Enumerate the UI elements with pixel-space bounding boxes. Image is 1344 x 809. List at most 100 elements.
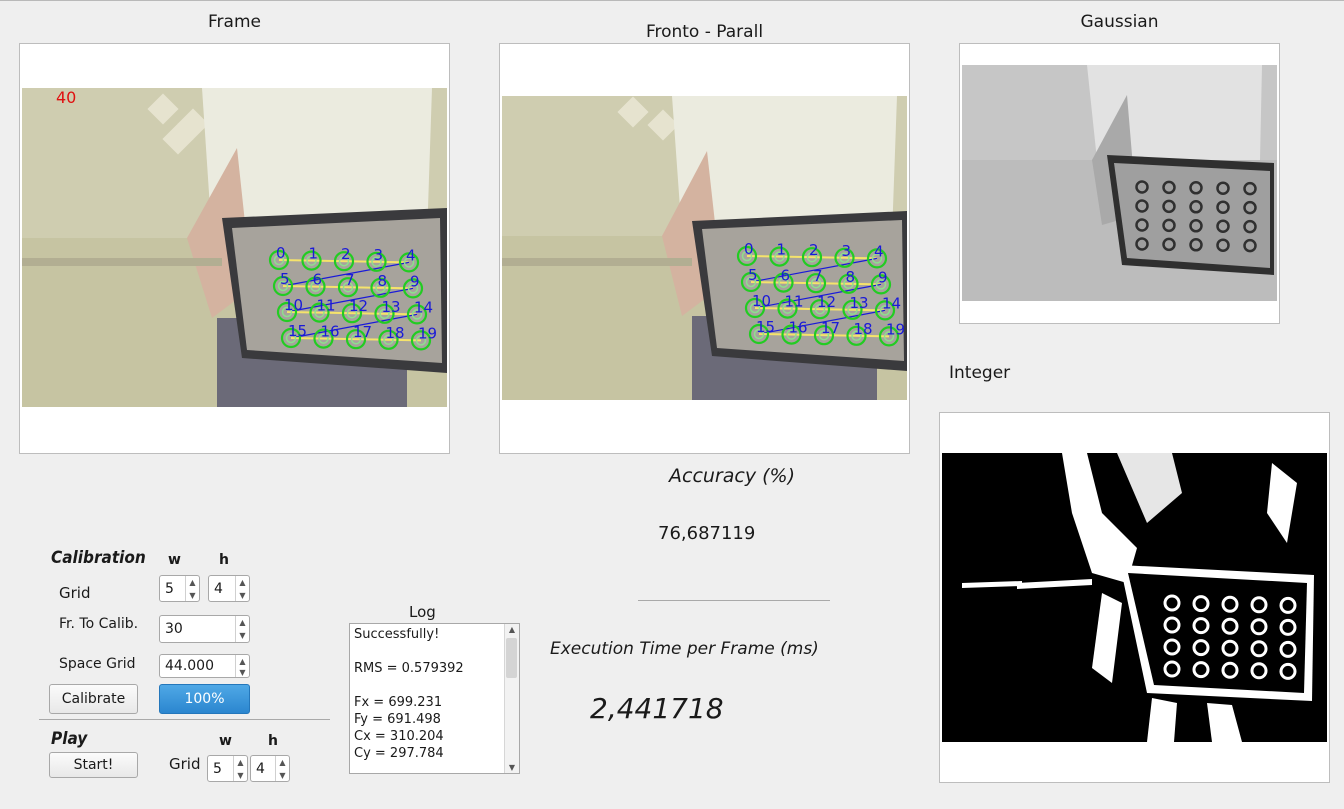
fronto-grid-point-label: 9	[878, 268, 888, 286]
window-top-border	[0, 0, 1344, 1]
calibration-progress-bar: 100%	[159, 684, 250, 714]
fronto-camera-image: 0 1 2 3 4 5 6 7 8 9 10 11 12 13 14 15 16 17 18 19	[502, 96, 907, 400]
fronto-grid-point-label: 13	[850, 294, 869, 312]
log-line: Cy = 297.784	[354, 746, 444, 761]
fronto-grid-point-label: 17	[821, 319, 840, 337]
frame-grid-point-label: 4	[406, 246, 416, 264]
gaussian-image	[962, 65, 1277, 301]
log-textbox[interactable]: Successfully! RMS = 0.579392 Fx = 699.231 F…	[349, 623, 520, 774]
fronto-grid-point-label: 15	[756, 318, 775, 336]
play-grid-h-value: 4	[256, 761, 265, 777]
play-grid-label: Grid	[169, 755, 201, 773]
calibration-play-divider	[39, 719, 330, 720]
gaussian-view	[959, 43, 1280, 324]
frames-to-calib-value: 30	[165, 621, 183, 637]
frame-grid-point-label: 0	[276, 244, 286, 262]
space-grid-label: Space Grid	[59, 656, 136, 672]
frame-counter-text: 40	[56, 88, 77, 107]
calibrate-button[interactable]: Calibrate	[49, 684, 138, 714]
spin-down-icon[interactable]: ▼	[186, 589, 199, 602]
spin-down-icon[interactable]: ▼	[276, 769, 289, 782]
fronto-parall-view: 0 1 2 3 4 5 6 7 8 9 10 11 12 13 14 15 16 17 18 19	[499, 43, 910, 454]
frame-grid-point-label: 7	[345, 271, 355, 289]
fronto-grid-point-label: 8	[846, 268, 856, 286]
log-line: Successfully!	[354, 627, 440, 642]
fronto-grid-point-label: 0	[744, 240, 754, 258]
spin-down-icon[interactable]: ▼	[236, 629, 249, 642]
frame-view: 0 1 2 3 4 5 6 7 8 9 10 11 12 13 14 15 16 17 18 19 40	[19, 43, 450, 454]
frame-grid-point-label: 15	[288, 322, 307, 340]
accuracy-label: Accuracy (%)	[669, 465, 795, 487]
frame-grid-point-label: 2	[341, 245, 351, 263]
fronto-parall-title: Fronto - Parall	[645, 22, 764, 42]
play-title: Play	[51, 729, 88, 749]
frames-to-calib-spinbox[interactable]: 30 ▲ ▼	[159, 615, 250, 643]
frame-camera-image: 0 1 2 3 4 5 6 7 8 9 10 11 12 13 14 15 16 17 18 19 40	[22, 88, 447, 407]
spin-up-icon[interactable]: ▲	[234, 756, 247, 769]
play-grid-w-spinbox[interactable]: 5 ▲ ▼	[207, 755, 248, 782]
frame-grid-point-label: 14	[414, 298, 433, 316]
calibration-title: Calibration	[51, 548, 146, 568]
frame-grid-point-label: 13	[382, 298, 401, 316]
integer-svg	[942, 453, 1327, 742]
scroll-up-icon[interactable]: ▲	[505, 625, 519, 634]
spin-up-icon[interactable]: ▲	[236, 616, 249, 629]
metrics-divider	[638, 600, 830, 601]
fronto-grid-point-label: 12	[817, 293, 836, 311]
spin-up-icon[interactable]: ▲	[276, 756, 289, 769]
log-line: Cx = 310.204	[354, 729, 444, 744]
calibration-grid-h-spinbox[interactable]: 4 ▲ ▼	[208, 575, 250, 602]
fronto-grid-point-label: 4	[874, 242, 884, 260]
scroll-down-icon[interactable]: ▼	[505, 763, 519, 772]
calibration-grid-h-value: 4	[214, 581, 223, 597]
frame-grid-point-label: 12	[349, 297, 368, 315]
play-h-header: h	[268, 733, 278, 749]
log-scrollbar-thumb[interactable]	[506, 638, 517, 678]
space-grid-spinbox[interactable]: 44.000 ▲ ▼	[159, 654, 250, 678]
calibration-w-header: w	[168, 552, 181, 568]
space-grid-value: 44.000	[165, 658, 214, 674]
fronto-grid-point-label: 19	[886, 320, 905, 338]
play-grid-h-spinbox[interactable]: 4 ▲ ▼	[250, 755, 290, 782]
fronto-grid-point-label: 7	[813, 267, 823, 285]
log-line: RMS = 0.579392	[354, 661, 464, 676]
spin-up-icon[interactable]: ▲	[236, 576, 249, 589]
spin-up-icon[interactable]: ▲	[186, 576, 199, 589]
spin-down-icon[interactable]: ▼	[234, 769, 247, 782]
integer-view	[939, 412, 1330, 783]
spin-down-icon[interactable]: ▼	[236, 666, 249, 677]
play-w-header: w	[219, 733, 232, 749]
frame-grid-point-label: 16	[321, 323, 340, 341]
accuracy-value: 76,687119	[658, 523, 756, 544]
integer-image	[942, 453, 1327, 742]
log-line: Fx = 699.231	[354, 695, 443, 710]
fronto-grid-point-label: 18	[854, 320, 873, 338]
frame-grid-point-label: 10	[284, 296, 303, 314]
calibration-h-header: h	[219, 552, 229, 568]
spin-down-icon[interactable]: ▼	[236, 589, 249, 602]
log-lines: Successfully! RMS = 0.579392 Fx = 699.231 F…	[354, 626, 464, 762]
spin-up-icon[interactable]: ▲	[236, 655, 249, 666]
frame-grid-point-label: 19	[418, 324, 437, 342]
frame-grid-point-label: 8	[378, 272, 388, 290]
gaussian-svg	[962, 65, 1277, 301]
frame-grid-point-label: 3	[374, 246, 384, 264]
log-scrollbar[interactable]: ▲ ▼	[504, 624, 519, 773]
log-title: Log	[409, 603, 436, 621]
frame-grid-point-label: 9	[410, 272, 420, 290]
frame-grid-point-label: 18	[386, 324, 405, 342]
exec-time-label: Execution Time per Frame (ms)	[550, 639, 819, 659]
calibration-grid-w-spinbox[interactable]: 5 ▲ ▼	[159, 575, 200, 602]
frame-grid-point-label: 11	[317, 297, 336, 315]
frames-to-calib-label: Fr. To Calib.	[59, 616, 139, 632]
fronto-grid-point-label: 1	[777, 241, 787, 259]
fronto-grid-overlay: 0 1 2 3 45 6 7 8 910 11 12 13 1415 16 17 18 19	[736, 240, 905, 347]
exec-time-value: 2,441718	[590, 692, 724, 725]
frame-title: Frame	[208, 12, 261, 32]
fronto-grid-point-label: 2	[809, 241, 819, 259]
gaussian-title: Gaussian	[1080, 12, 1159, 32]
frame-grid-overlay: 0 1 2 3 45 6 7 8 910 11 12 13 1415 16 17 18 19	[268, 244, 437, 351]
start-button[interactable]: Start!	[49, 752, 138, 778]
